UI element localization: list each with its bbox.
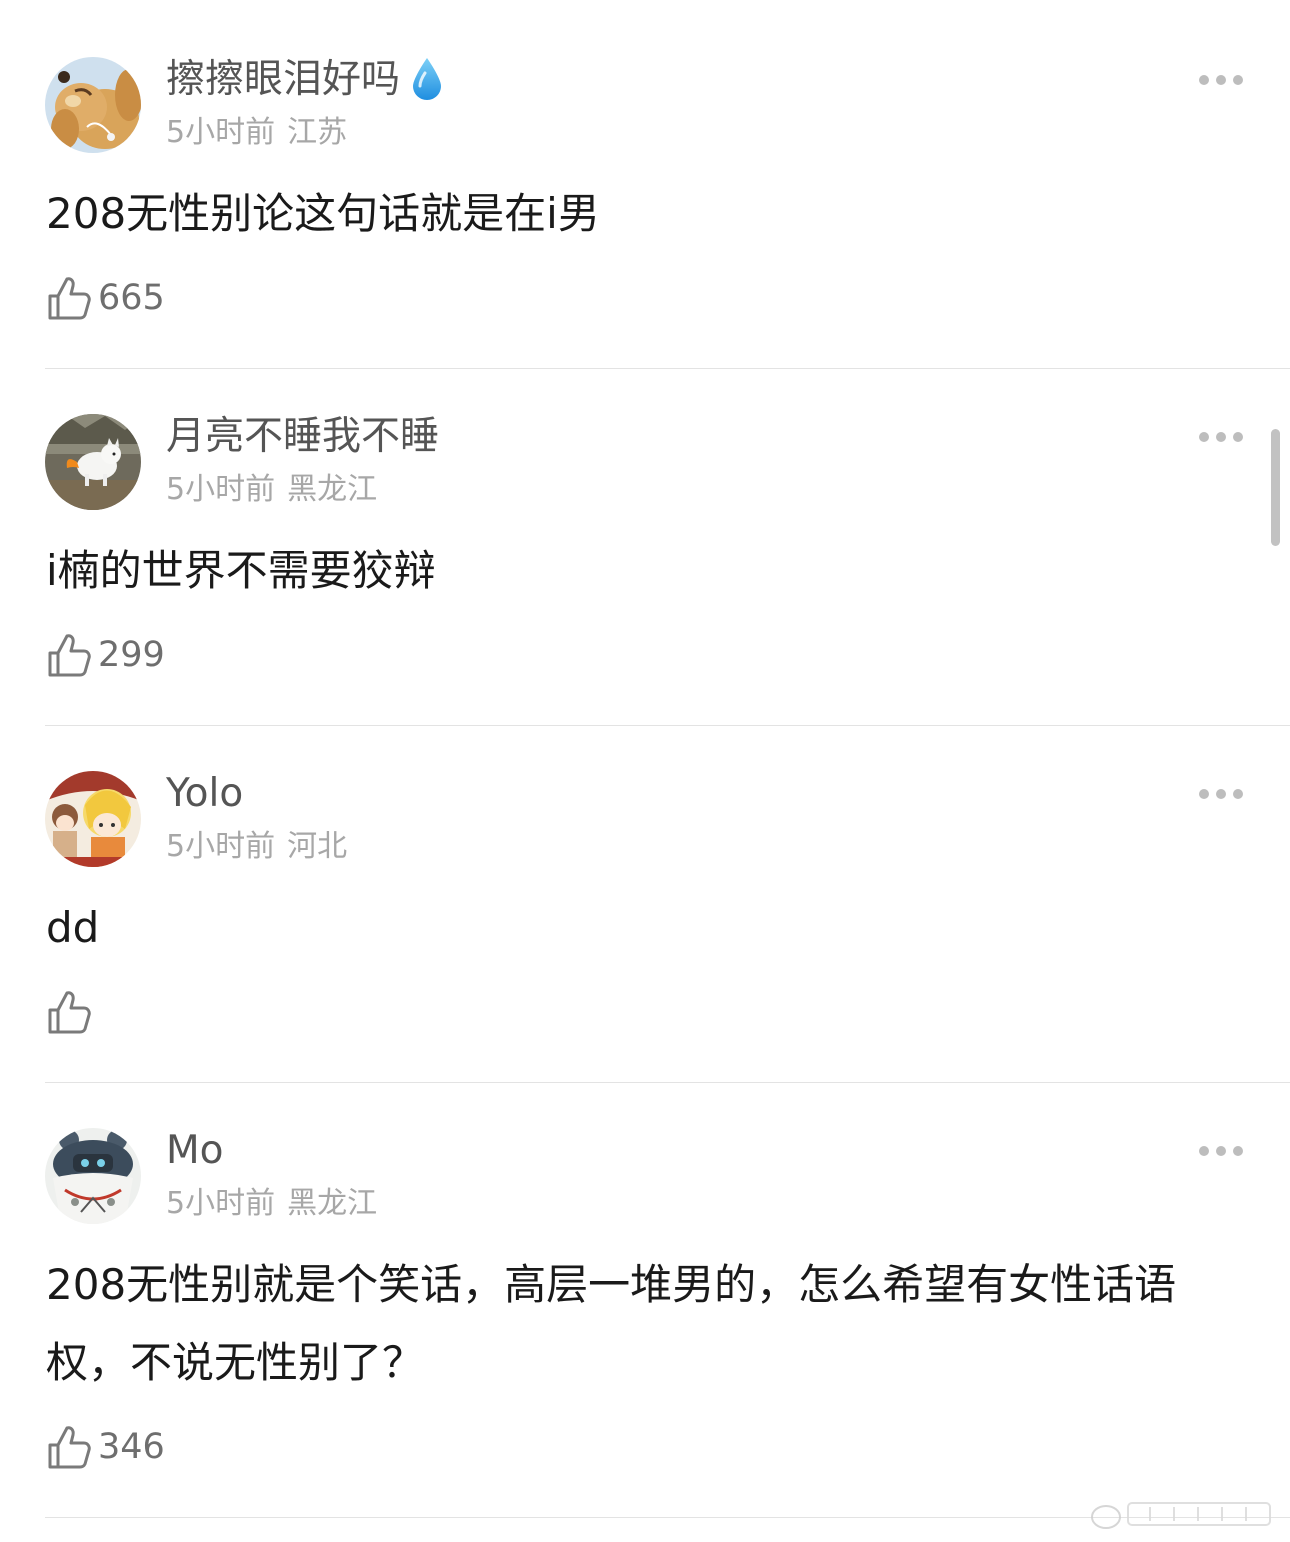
thumbs-up-icon	[48, 991, 91, 1034]
comment-meta: 5小时前 江苏	[166, 114, 347, 152]
timestamp: 5小时前	[166, 829, 276, 864]
like-button[interactable]: 299	[46, 631, 165, 679]
thumbs-up-icon	[48, 634, 91, 677]
divider	[45, 368, 1290, 369]
location: 河北	[287, 829, 348, 864]
location: 黑龙江	[287, 1186, 378, 1221]
more-options-button[interactable]	[1196, 68, 1246, 92]
divider	[45, 1082, 1290, 1083]
username-text: 擦擦眼泪好吗	[166, 57, 401, 102]
dog-avatar-image	[45, 57, 141, 153]
more-options-icon	[1199, 789, 1243, 799]
username[interactable]: Yolo	[166, 770, 243, 818]
user-avatar[interactable]	[45, 414, 141, 510]
anime-mascot-avatar-image	[45, 1128, 141, 1224]
comment-text: i楠的世界不需要狡辩	[46, 546, 436, 595]
username[interactable]: Mo	[166, 1127, 224, 1175]
like-count: 299	[98, 635, 165, 675]
scrollbar[interactable]	[1271, 429, 1280, 546]
username[interactable]: 月亮不睡我不睡	[166, 413, 439, 461]
username[interactable]: 擦擦眼泪好吗	[166, 56, 444, 104]
timestamp: 5小时前	[166, 115, 276, 150]
like-count: 665	[98, 278, 165, 318]
anime-avatar-image	[45, 771, 141, 867]
like-button[interactable]: 665	[46, 274, 165, 322]
like-count: 346	[98, 1427, 165, 1467]
thumbs-up-icon	[48, 1426, 91, 1469]
like-button[interactable]	[46, 988, 98, 1036]
more-options-button[interactable]	[1196, 782, 1246, 806]
more-options-button[interactable]	[1196, 1139, 1246, 1163]
thumbs-up-icon	[48, 277, 91, 320]
like-button[interactable]: 346	[46, 1423, 165, 1471]
comment-meta: 5小时前 黑龙江	[166, 471, 377, 509]
comment-text: 208无性别论这句话就是在i男	[46, 189, 600, 238]
more-options-icon	[1199, 75, 1243, 85]
more-options-icon	[1199, 1146, 1243, 1156]
comment-text: 208无性别就是个笑话，高层一堆男的，怎么希望有女性话语权，不说无性别了？	[46, 1260, 1177, 1387]
timestamp: 5小时前	[166, 472, 276, 507]
water-drop-icon	[413, 57, 442, 100]
user-avatar[interactable]	[45, 771, 141, 867]
more-options-icon	[1199, 432, 1243, 442]
watermark-logo	[1091, 1502, 1271, 1529]
comment-meta: 5小时前 黑龙江	[166, 1185, 377, 1223]
user-avatar[interactable]	[45, 1128, 141, 1224]
user-avatar[interactable]	[45, 57, 141, 153]
timestamp: 5小时前	[166, 1186, 276, 1221]
white-dog-avatar-image	[45, 414, 141, 510]
comment-meta: 5小时前 河北	[166, 828, 347, 866]
more-options-button[interactable]	[1196, 425, 1246, 449]
divider	[45, 725, 1290, 726]
location: 黑龙江	[287, 472, 378, 507]
location: 江苏	[287, 115, 348, 150]
comment-text: dd	[46, 903, 100, 952]
